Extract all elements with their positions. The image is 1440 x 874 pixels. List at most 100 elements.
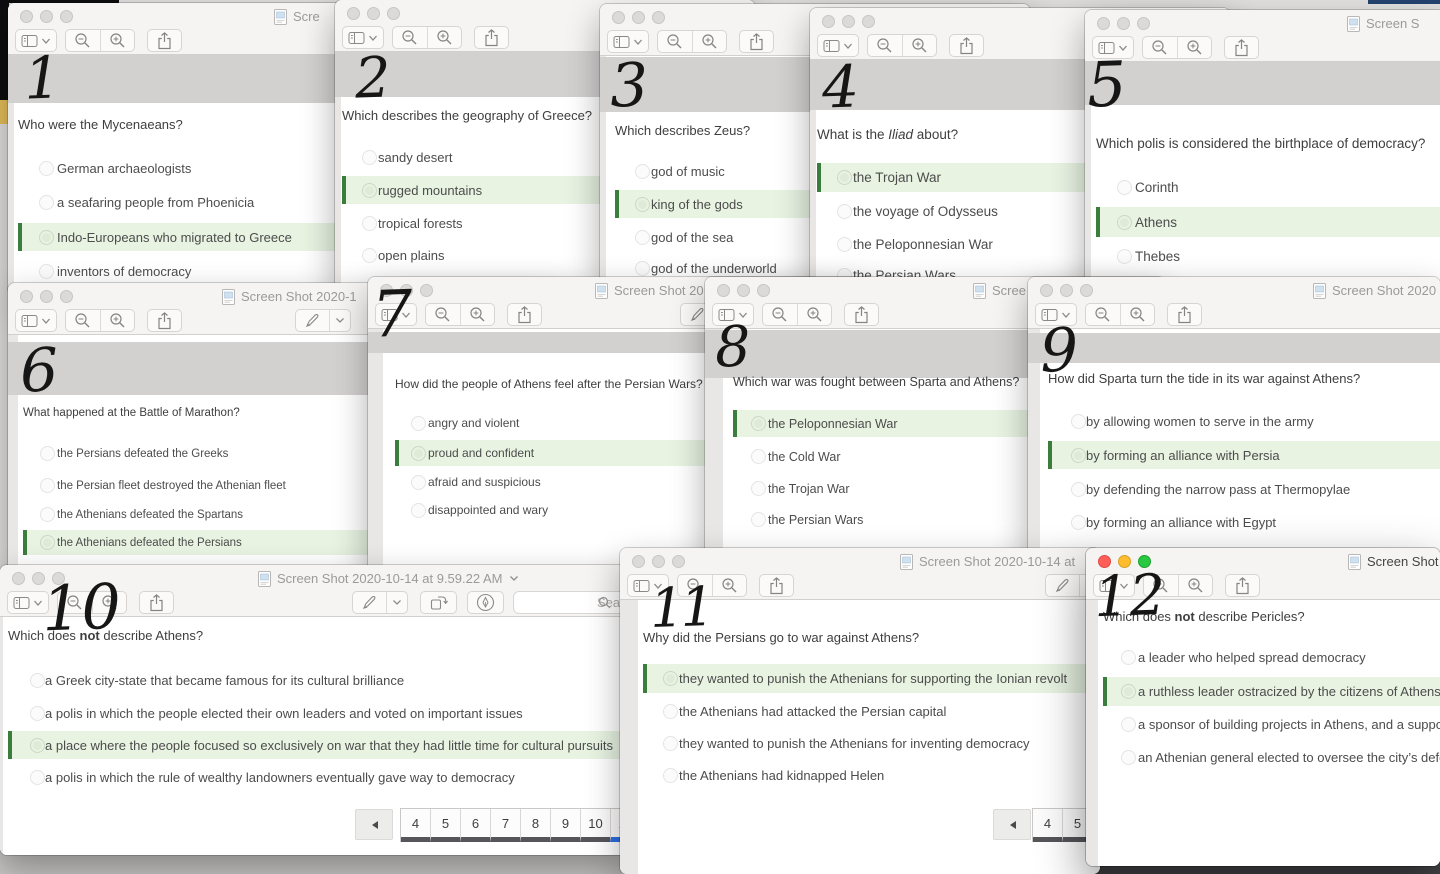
close-button[interactable] (20, 10, 33, 23)
radio-icon[interactable] (30, 706, 45, 721)
zoom-window-button[interactable] (52, 572, 65, 585)
zoom-in-button[interactable] (100, 30, 134, 51)
zoom-out-button[interactable] (868, 35, 902, 56)
radio-icon[interactable] (663, 736, 678, 751)
radio-icon[interactable] (837, 237, 852, 252)
radio-icon[interactable] (635, 230, 650, 245)
pagination-page-button[interactable]: 9 (550, 809, 580, 842)
minimize-button[interactable] (842, 15, 855, 28)
radio-icon[interactable] (1071, 448, 1086, 463)
search-input[interactable] (513, 591, 629, 614)
markup-button[interactable] (296, 310, 329, 331)
radio-icon[interactable] (40, 446, 55, 461)
minimize-button[interactable] (1060, 284, 1073, 297)
radio-icon[interactable] (837, 170, 852, 185)
zoom-out-button[interactable] (393, 27, 427, 48)
radio-icon[interactable] (751, 416, 766, 431)
answer-option[interactable]: the Athenians had attacked the Persian c… (643, 697, 1100, 726)
share-button[interactable] (1224, 36, 1259, 59)
zoom-window-button[interactable] (420, 284, 433, 297)
window-chrome[interactable]: Screen S (1085, 10, 1440, 62)
share-button[interactable] (739, 30, 774, 53)
sidebar-button[interactable] (15, 309, 57, 332)
rotate-button[interactable] (420, 591, 457, 614)
radio-icon[interactable] (39, 195, 54, 210)
share-button[interactable] (759, 574, 794, 597)
answer-option[interactable]: a place where the people focused so excl… (8, 731, 630, 759)
close-button[interactable] (12, 572, 25, 585)
zoom-in-button[interactable] (427, 27, 461, 48)
radio-icon[interactable] (362, 248, 377, 263)
zoom-window-button[interactable] (862, 15, 875, 28)
minimize-button[interactable] (632, 11, 645, 24)
zoom-window-button[interactable] (1137, 17, 1150, 30)
zoom-window-button[interactable] (672, 555, 685, 568)
pagination-prev-button[interactable] (993, 809, 1031, 840)
answer-option[interactable]: an Athenian general elected to oversee t… (1103, 743, 1440, 772)
minimize-button[interactable] (652, 555, 665, 568)
zoom-window-button[interactable] (60, 10, 73, 23)
close-button[interactable] (822, 15, 835, 28)
answer-option[interactable]: they wanted to punish the Athenians for … (643, 729, 1100, 758)
pagination-page-button[interactable]: 8 (520, 809, 550, 842)
pagination-page-button[interactable]: 4 (1033, 809, 1062, 842)
answer-option[interactable]: a Greek city-state that became famous fo… (8, 666, 630, 694)
radio-icon[interactable] (30, 738, 45, 753)
share-button[interactable] (147, 29, 182, 52)
radio-icon[interactable] (663, 671, 678, 686)
pagination-page-button[interactable]: 10 (580, 809, 610, 842)
pagination-page-button[interactable]: 4 (401, 809, 430, 842)
minimize-button[interactable] (1118, 555, 1131, 568)
close-button[interactable] (612, 11, 625, 24)
markup-button[interactable] (1046, 575, 1079, 596)
markup-menu-button[interactable] (329, 310, 350, 331)
answer-option[interactable]: by allowing women to serve in the army (1048, 407, 1440, 435)
zoom-in-button[interactable] (712, 575, 746, 596)
answer-option[interactable]: Athens (1096, 207, 1440, 237)
minimize-button[interactable] (400, 284, 413, 297)
answer-option[interactable]: they wanted to punish the Athenians for … (643, 664, 1100, 693)
answer-option[interactable]: a seafaring people from Phoenicia (18, 188, 360, 216)
zoom-window-button[interactable] (60, 290, 73, 303)
zoom-in-button[interactable] (1120, 304, 1154, 325)
close-button[interactable] (380, 284, 393, 297)
sidebar-button[interactable] (342, 26, 384, 49)
sidebar-button[interactable] (627, 574, 669, 597)
zoom-window-button[interactable] (1080, 284, 1093, 297)
answer-option[interactable]: by defending the narrow pass at Thermopy… (1048, 475, 1440, 503)
zoom-window-button[interactable] (387, 7, 400, 20)
zoom-in-button[interactable] (692, 31, 726, 52)
zoom-out-button[interactable] (426, 304, 460, 325)
answer-option[interactable]: a leader who helped spread democracy (1103, 643, 1440, 672)
sidebar-button[interactable] (15, 29, 57, 52)
sidebar-button[interactable] (607, 30, 649, 53)
zoom-window-button[interactable] (1138, 555, 1151, 568)
draw-button[interactable] (467, 591, 504, 614)
window-chrome[interactable]: Screen Shot 2020-10-14 at (620, 548, 1100, 600)
zoom-out-button[interactable] (1144, 575, 1178, 596)
zoom-in-button[interactable] (797, 304, 831, 325)
answer-option[interactable]: a polis in which the rule of wealthy lan… (8, 763, 630, 791)
answer-option[interactable]: Corinth (1096, 172, 1440, 202)
close-button[interactable] (717, 284, 730, 297)
close-button[interactable] (20, 290, 33, 303)
radio-icon[interactable] (40, 507, 55, 522)
radio-icon[interactable] (30, 770, 45, 785)
zoom-window-button[interactable] (757, 284, 770, 297)
share-button[interactable] (147, 309, 182, 332)
answer-option[interactable]: a sponsor of building projects in Athens… (1103, 710, 1440, 739)
radio-icon[interactable] (837, 204, 852, 219)
sidebar-button[interactable] (1092, 36, 1134, 59)
radio-icon[interactable] (362, 216, 377, 231)
sidebar-button[interactable] (375, 303, 417, 326)
radio-icon[interactable] (635, 261, 650, 276)
pagination-page-button[interactable]: 7 (490, 809, 520, 842)
answer-option[interactable]: inventors of democracy (18, 257, 360, 285)
share-button[interactable] (949, 34, 984, 57)
markup-button[interactable] (353, 592, 386, 613)
radio-icon[interactable] (1121, 650, 1136, 665)
answer-option[interactable]: Indo-Europeans who migrated to Greece (18, 223, 360, 251)
zoom-out-button[interactable] (763, 304, 797, 325)
markup-menu-button[interactable] (386, 592, 407, 613)
radio-icon[interactable] (1117, 249, 1132, 264)
